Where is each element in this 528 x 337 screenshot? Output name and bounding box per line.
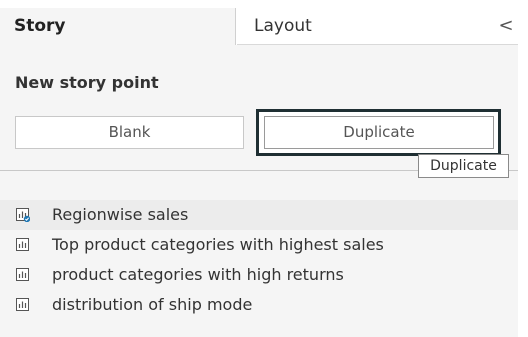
sheet-item-top-product-categories[interactable]: Top product categories with highest sale… xyxy=(0,230,518,260)
sheet-item-regionwise-sales[interactable]: Regionwise sales xyxy=(0,200,518,230)
sheet-item-product-categories-high-returns[interactable]: product categories with high returns xyxy=(0,260,518,290)
bar-chart-sheet-icon xyxy=(16,208,30,222)
sheet-item-label: distribution of ship mode xyxy=(52,295,253,314)
sheet-item-label: product categories with high returns xyxy=(52,265,344,284)
tab-story[interactable]: Story xyxy=(0,8,236,45)
story-panel: Story Layout < New story point Blank Dup… xyxy=(0,0,528,337)
sheet-list: Regionwise sales Top product categories … xyxy=(0,200,518,320)
duplicate-button[interactable]: Duplicate xyxy=(264,116,494,149)
duplicate-tooltip: Duplicate xyxy=(418,154,509,178)
sheet-item-ship-mode-distribution[interactable]: distribution of ship mode xyxy=(0,290,518,320)
new-story-point-title: New story point xyxy=(15,73,159,92)
sheet-item-label: Regionwise sales xyxy=(52,205,189,224)
bar-chart-sheet-icon xyxy=(16,268,29,281)
tab-layout[interactable]: Layout xyxy=(237,8,518,45)
bar-chart-sheet-icon xyxy=(16,298,29,311)
chevron-left-icon[interactable]: < xyxy=(496,14,516,38)
blank-button[interactable]: Blank xyxy=(15,116,244,149)
sheet-item-label: Top product categories with highest sale… xyxy=(52,235,384,254)
tab-divider xyxy=(237,44,518,45)
bar-chart-sheet-icon xyxy=(16,238,29,251)
